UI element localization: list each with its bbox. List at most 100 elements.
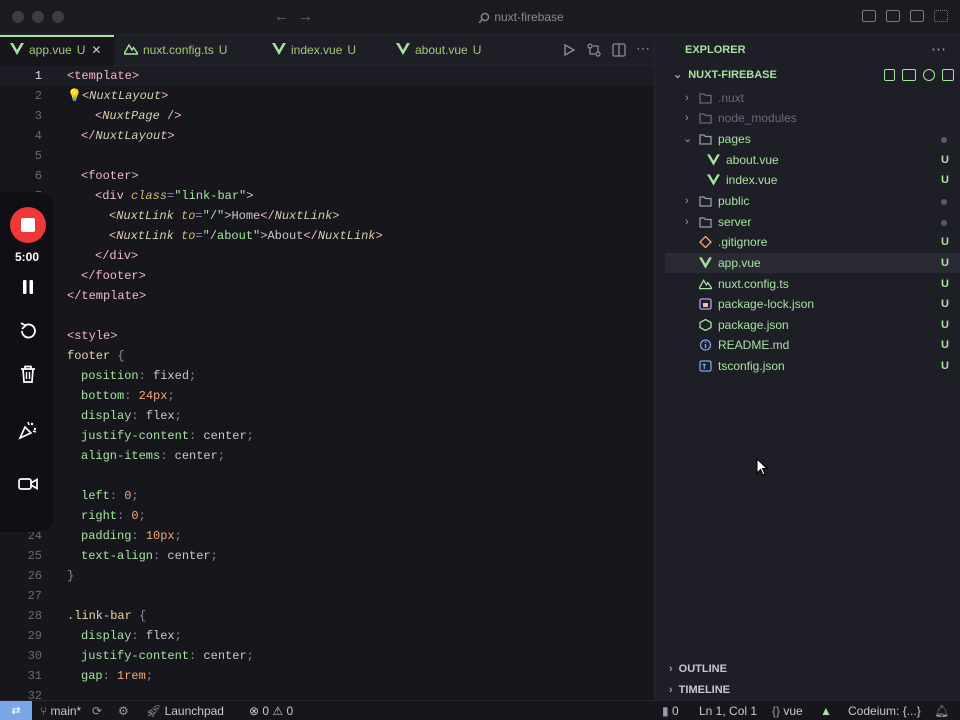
trash-icon[interactable]	[17, 363, 39, 385]
code-line: 21	[0, 466, 654, 486]
explorer-header: EXPLORER	[685, 44, 746, 56]
git-file-icon	[699, 236, 712, 248]
effects-icon[interactable]	[17, 419, 39, 441]
back-arrow-icon[interactable]: ←	[274, 8, 289, 26]
code-line: 1 <template>	[0, 66, 654, 86]
tree-item-node-modules[interactable]: › node_modules	[665, 108, 960, 128]
code-line: 8<NuxtLink to="/">Home</NuxtLink>	[35, 209, 340, 223]
tree-item-about-vue[interactable]: about.vue U	[665, 150, 960, 170]
screen-recorder-panel: 5:00	[0, 192, 54, 532]
code-line: 10</div>	[28, 249, 139, 263]
stop-recording-button[interactable]	[10, 207, 46, 243]
title-bar: ← → nuxt-firebase	[0, 0, 960, 35]
command-center-search[interactable]: nuxt-firebase	[326, 6, 716, 28]
language-mode[interactable]: {} vue	[772, 701, 803, 720]
tab-nuxt-config[interactable]: nuxt.config.ts U	[124, 35, 227, 66]
problems-indicator[interactable]: ⊗ 0 ⚠ 0	[249, 701, 293, 720]
code-line: 14<style>	[28, 329, 118, 343]
split-editor-icon[interactable]	[612, 43, 626, 57]
nuxt-file-icon	[124, 43, 138, 55]
code-editor[interactable]: 1 <template> 2 💡<NuxtLayout> 3 <NuxtPage />…	[0, 66, 654, 703]
tree-item-readme[interactable]: README.md U	[665, 335, 960, 355]
toggle-sidebar-icon[interactable]	[862, 10, 876, 22]
workspace-root[interactable]: ⌄ NUXT-FIREBASE	[673, 68, 777, 81]
code-line: 4 </NuxtLayout>	[34, 129, 175, 143]
vue-file-icon	[707, 154, 720, 166]
tree-item-tsconfig[interactable]: tsconfig.json U	[665, 356, 960, 376]
remote-indicator-icon[interactable]: ⇄	[0, 701, 32, 720]
notifications-count[interactable]: ▮ 0	[662, 701, 679, 720]
code-line: 31 gap: 1rem;	[27, 669, 154, 683]
more-actions-icon[interactable]: ⋯	[636, 40, 650, 57]
code-line: 12</template>	[28, 289, 147, 303]
sync-icon[interactable]: ⟳	[92, 701, 102, 720]
typescript-file-icon	[699, 360, 712, 372]
timeline-section[interactable]: › TIMELINE	[669, 684, 730, 696]
git-graph-icon[interactable]: ⚙	[118, 701, 129, 720]
folder-icon	[699, 113, 712, 124]
outline-section[interactable]: › OUTLINE	[669, 663, 727, 675]
toggle-secondary-sidebar-icon[interactable]	[910, 10, 924, 22]
tree-item-server[interactable]: › server	[665, 212, 960, 232]
tree-item-package-json[interactable]: package.json U	[665, 315, 960, 335]
recording-timer: 5:00	[14, 250, 40, 264]
codeium-status[interactable]: Codeium: {...}	[848, 701, 921, 720]
code-line: 25 text-align: center;	[27, 549, 218, 563]
vue-file-icon	[272, 43, 286, 55]
more-actions-icon[interactable]: ⋯	[931, 40, 946, 58]
folder-icon	[699, 217, 712, 228]
tree-item-public[interactable]: › public	[665, 191, 960, 211]
run-icon[interactable]	[563, 44, 575, 56]
notifications-icon[interactable]: 🔔︎	[934, 701, 949, 720]
compare-changes-icon[interactable]	[587, 43, 601, 57]
new-file-icon[interactable]	[884, 69, 895, 81]
tab-about-vue[interactable]: about.vue U	[396, 35, 481, 66]
editor-tab-bar: app.vue U ✕ nuxt.config.ts U index.vue U abo…	[0, 35, 654, 66]
cursor-position[interactable]: Ln 1, Col 1	[699, 701, 757, 720]
search-icon	[479, 12, 490, 24]
tab-app-vue[interactable]: app.vue U ✕	[0, 35, 114, 66]
code-line: 6 <footer>	[34, 169, 139, 183]
restart-icon[interactable]	[17, 320, 39, 342]
refresh-icon[interactable]	[923, 69, 935, 81]
vue-file-icon	[707, 174, 720, 186]
new-folder-icon[interactable]	[902, 69, 916, 81]
vue-file-icon	[396, 43, 410, 55]
tree-item-pages[interactable]: ⌄ pages	[665, 129, 960, 149]
warning-icon: ⚠	[272, 704, 287, 718]
customize-layout-icon[interactable]	[934, 10, 948, 22]
maximize-window-button[interactable]	[52, 11, 64, 23]
code-line: 11</footer>	[28, 269, 146, 283]
modified-dot	[941, 137, 947, 143]
code-line: 19justify-content: center;	[28, 429, 254, 443]
tree-item-nuxt-config[interactable]: nuxt.config.ts U	[665, 274, 960, 294]
tree-item-index-vue[interactable]: index.vue U	[665, 170, 960, 190]
tree-item-package-lock[interactable]: package-lock.json U	[665, 294, 960, 314]
tree-item-gitignore[interactable]: .gitignore U	[665, 232, 960, 252]
rocket-icon: 🚀︎	[146, 704, 165, 718]
forward-arrow-icon[interactable]: →	[298, 8, 313, 26]
code-line: 15footer {	[28, 349, 125, 363]
lock-file-icon	[699, 298, 712, 310]
mouse-pointer-icon	[756, 458, 768, 476]
git-branch[interactable]: ⑂ main*	[40, 701, 81, 720]
camera-icon[interactable]	[17, 473, 39, 495]
close-tab-icon[interactable]: ✕	[91, 43, 101, 57]
close-window-button[interactable]	[12, 11, 24, 23]
pause-icon[interactable]	[17, 276, 39, 298]
minimize-window-button[interactable]	[32, 11, 44, 23]
collapse-all-icon[interactable]	[942, 69, 954, 81]
vue-status-icon[interactable]: ▲	[820, 701, 832, 720]
code-line: 26}	[27, 569, 75, 583]
code-line: 20align-items: center;	[28, 449, 226, 463]
modified-dot	[941, 199, 947, 205]
nuxt-file-icon	[699, 278, 712, 290]
toggle-panel-icon[interactable]	[886, 10, 900, 22]
tree-item-nuxt[interactable]: › .nuxt	[665, 88, 960, 108]
braces-icon: {}	[772, 704, 784, 718]
launchpad-button[interactable]: 🚀︎ Launchpad	[146, 701, 224, 720]
code-line: 7<div class="link-bar">	[35, 189, 254, 203]
code-line: 28 .link-bar {	[27, 609, 147, 623]
tab-index-vue[interactable]: index.vue U	[272, 35, 356, 66]
tree-item-app-vue[interactable]: app.vue U	[665, 253, 960, 273]
